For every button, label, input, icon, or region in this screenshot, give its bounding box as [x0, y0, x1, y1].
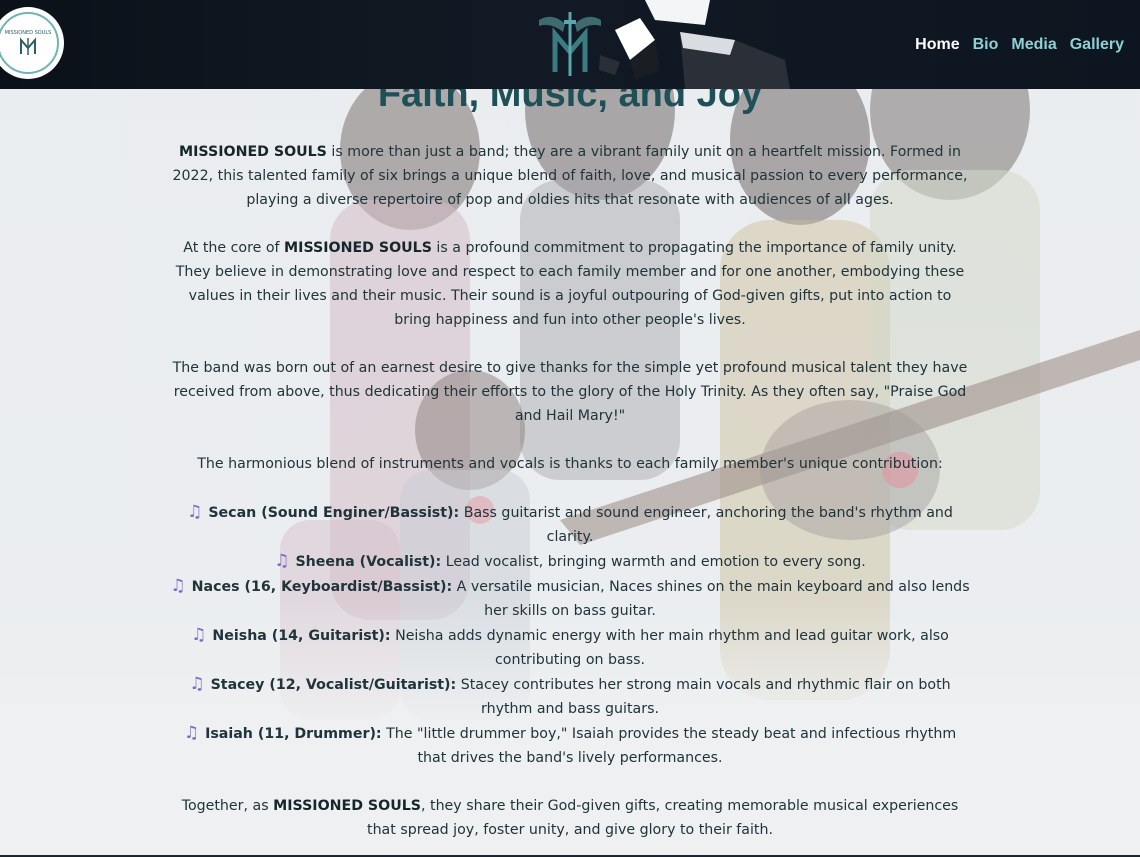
band-name: MISSIONED SOULS	[273, 798, 421, 814]
main-nav: Home Bio Media Gallery	[915, 36, 1124, 54]
site-logo[interactable]: MISSIONED SOULS	[0, 7, 64, 79]
member-desc: Stacey contributes her strong main vocal…	[456, 677, 951, 717]
member-name: Isaiah (11, Drummer):	[205, 726, 382, 742]
member-desc: Lead vocalist, bringing warmth and emoti…	[441, 554, 866, 570]
list-item: ♫ Naces (16, Keyboardist/Bassist): A vers…	[170, 574, 970, 623]
member-desc: Bass guitarist and sound engineer, ancho…	[459, 505, 953, 545]
list-item: ♫ Sheena (Vocalist): Lead vocalist, bring…	[170, 549, 970, 574]
intro-paragraph: MISSIONED SOULS is more than just a band…	[170, 140, 970, 212]
main-content: Faith, Music, and Joy MISSIONED SOULS is…	[170, 70, 970, 842]
mission-paragraph: At the core of MISSIONED SOULS is a prof…	[170, 236, 970, 332]
music-note-icon: ♫	[189, 674, 205, 694]
closing-text: , they share their God-given gifts, crea…	[367, 798, 959, 838]
music-note-icon: ♫	[187, 502, 203, 522]
closing-text-start: Together, as	[181, 798, 274, 814]
music-note-icon: ♫	[274, 551, 290, 571]
member-name: Secan (Sound Enginer/Bassist):	[208, 505, 460, 521]
list-item: ♫ Stacey (12, Vocalist/Guitarist): Stacey…	[170, 672, 970, 721]
floating-cubes-graphic	[599, 0, 790, 89]
band-name: MISSIONED SOULS	[284, 240, 432, 256]
closing-paragraph: Together, as MISSIONED SOULS, they share…	[170, 794, 970, 842]
list-item: ♫ Secan (Sound Enginer/Bassist): Bass gui…	[170, 500, 970, 549]
member-name: Stacey (12, Vocalist/Guitarist):	[210, 677, 457, 693]
nav-media-link[interactable]: Media	[1011, 36, 1056, 54]
origin-paragraph: The band was born out of an earnest desi…	[172, 360, 968, 424]
music-note-icon: ♫	[183, 723, 200, 743]
mission-text-start: At the core of	[183, 240, 285, 256]
member-desc: Neisha adds dynamic energy with her main…	[390, 628, 949, 668]
band-name: MISSIONED SOULS	[179, 144, 327, 160]
member-desc: The "little drummer boy," Isaiah provide…	[381, 726, 957, 766]
member-desc: A versatile musician, Naces shines on th…	[452, 579, 970, 619]
logo-monogram-icon	[20, 37, 36, 55]
member-name: Naces (16, Keyboardist/Bassist):	[191, 579, 453, 595]
nav-gallery-link[interactable]: Gallery	[1070, 36, 1124, 54]
members-intro: The harmonious blend of instruments and …	[197, 456, 943, 472]
member-name: Neisha (14, Guitarist):	[212, 628, 391, 644]
music-note-icon: ♫	[191, 625, 207, 645]
nav-home-link[interactable]: Home	[915, 36, 959, 54]
list-item: ♫ Isaiah (11, Drummer): The "little drumm…	[170, 721, 970, 770]
list-item: ♫ Neisha (14, Guitarist): Neisha adds dyn…	[170, 623, 970, 672]
music-note-icon: ♫	[170, 576, 186, 596]
member-name: Sheena (Vocalist):	[295, 554, 442, 570]
members-list: ♫ Secan (Sound Enginer/Bassist): Bass gui…	[170, 500, 970, 770]
site-header: MISSIONED SOULS Home Bio Media Gallery	[0, 0, 1140, 89]
logo-badge: MISSIONED SOULS	[0, 12, 59, 74]
nav-bio-link[interactable]: Bio	[973, 36, 999, 54]
